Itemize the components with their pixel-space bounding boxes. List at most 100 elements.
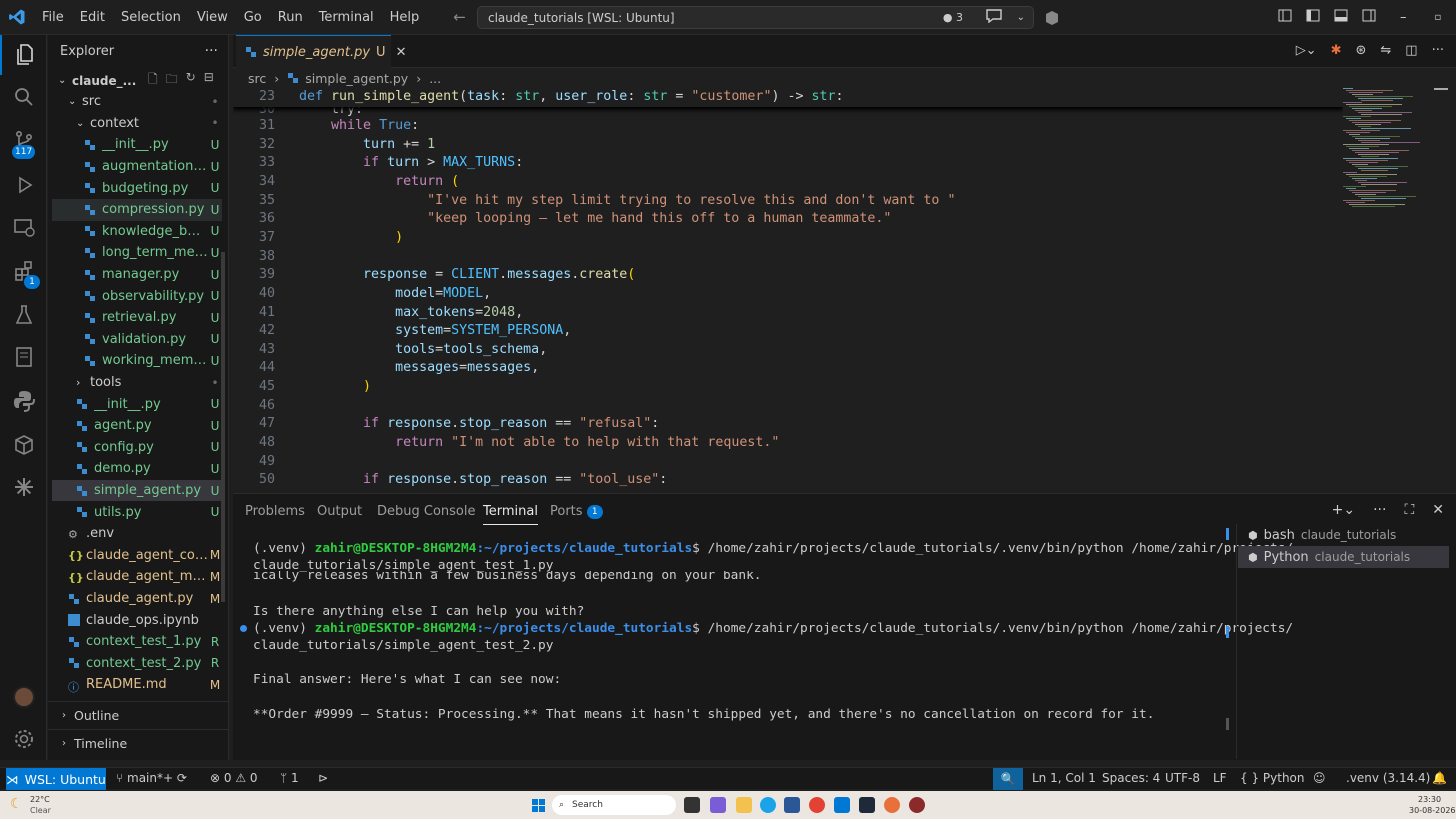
minimize-icon[interactable]: – xyxy=(1400,10,1407,25)
editor-more-icon[interactable]: ··· xyxy=(1432,43,1444,58)
claude-app-icon[interactable] xyxy=(884,797,900,813)
breadcrumb-src[interactable]: src xyxy=(248,71,266,86)
tab-problems[interactable]: Problems xyxy=(245,504,305,519)
command-center[interactable]: claude_tutorials [WSL: Ubuntu] ● 3 ⌄ xyxy=(477,6,1034,29)
windows-start-icon[interactable] xyxy=(532,798,546,817)
notebook-icon[interactable] xyxy=(0,337,47,377)
copilot-app-icon[interactable] xyxy=(710,797,726,813)
toggle-secondary-sidebar-icon[interactable] xyxy=(1362,9,1376,26)
extensions-icon[interactable]: 1 xyxy=(0,251,47,291)
language-mode[interactable]: { } Python xyxy=(1240,771,1305,785)
tab-output[interactable]: Output xyxy=(317,504,362,519)
testing-icon[interactable] xyxy=(0,295,47,335)
weather-temp[interactable]: 22°C xyxy=(30,795,50,804)
indentation[interactable]: Spaces: 4 xyxy=(1102,771,1160,785)
terminal-app-icon[interactable] xyxy=(859,797,875,813)
edge-icon[interactable] xyxy=(760,797,776,813)
python-icon[interactable] xyxy=(0,381,47,421)
file-compression-py[interactable]: compression.py U xyxy=(52,199,222,221)
zoom-icon[interactable]: 🔍 xyxy=(993,768,1023,790)
terminal-instance-bash[interactable]: ⬢ bash claude_tutorials xyxy=(1238,524,1449,546)
menu-help[interactable]: Help xyxy=(382,0,428,35)
close-icon[interactable]: ✕ xyxy=(396,45,407,60)
openai-icon[interactable]: ⊛ xyxy=(1355,43,1366,58)
menu-view[interactable]: View xyxy=(189,0,236,35)
branch-indicator[interactable]: ⑂ main*+ ⟳ xyxy=(116,771,187,785)
claude-icon[interactable] xyxy=(0,467,47,507)
code-editor[interactable]: 23 def run_simple_agent(task: str, user_r… xyxy=(233,88,1343,490)
tab-terminal[interactable]: Terminal xyxy=(483,504,538,525)
tab-debug-console[interactable]: Debug Console xyxy=(377,504,476,519)
chevron-down-icon[interactable]: ⌄ xyxy=(1017,12,1025,23)
toggle-sidebar-icon[interactable] xyxy=(1306,9,1320,26)
vscode-taskbar-icon[interactable] xyxy=(834,797,850,813)
line-ending[interactable]: LF xyxy=(1213,771,1227,785)
maximize-panel-icon[interactable]: ⛶ xyxy=(1404,502,1414,518)
remote-indicator[interactable]: ⋊ WSL: Ubuntu xyxy=(6,768,106,790)
refresh-icon[interactable]: ↻ xyxy=(186,70,196,91)
clock-time[interactable]: 23:30 xyxy=(1418,795,1441,804)
notification-count[interactable]: ● 3 xyxy=(943,11,963,24)
source-control-icon[interactable]: 117 xyxy=(0,121,47,161)
python-interpreter[interactable]: .venv (3.14.4) xyxy=(1346,771,1430,785)
copilot-icon[interactable] xyxy=(1044,0,1060,35)
run-indicator-icon[interactable]: ⊳ xyxy=(318,771,328,785)
file-manager-py[interactable]: manager.py U xyxy=(52,264,222,286)
timeline-section[interactable]: › Timeline xyxy=(48,729,228,757)
file-working-memor-[interactable]: working_memor... U xyxy=(52,350,222,372)
file-context-test-1-py[interactable]: context_test_1.py R xyxy=(52,631,222,653)
file--env[interactable]: ⚙ .env xyxy=(52,523,222,545)
file-budgeting-py[interactable]: budgeting.py U xyxy=(52,177,222,199)
remote-explorer-icon[interactable] xyxy=(0,207,47,247)
tab-simple-agent[interactable]: simple_agent.py U ✕ xyxy=(236,35,406,68)
encoding[interactable]: UTF-8 xyxy=(1165,771,1200,785)
notifications-bell-icon[interactable]: 🔔 xyxy=(1432,771,1447,785)
file-utils-py[interactable]: utils.py U xyxy=(52,501,222,523)
file-explorer-icon[interactable] xyxy=(736,797,752,813)
folder-src[interactable]: ⌄ src • xyxy=(52,91,222,113)
new-file-icon[interactable]: 🗋 xyxy=(148,70,158,91)
back-arrow-icon[interactable]: ← xyxy=(453,8,466,26)
menu-terminal[interactable]: Terminal xyxy=(311,0,382,35)
task-view-icon[interactable] xyxy=(684,797,700,813)
claude-code-icon[interactable]: ✱ xyxy=(1331,43,1342,58)
terminal-instance-python[interactable]: ⬢ Python claude_tutorials xyxy=(1238,546,1449,568)
close-panel-icon[interactable]: ✕ xyxy=(1432,502,1444,518)
editor-scrollbar[interactable] xyxy=(1434,88,1448,90)
compare-changes-icon[interactable]: ⇋ xyxy=(1380,43,1391,58)
more-actions-icon[interactable]: ··· xyxy=(205,43,218,59)
containers-icon[interactable] xyxy=(0,425,47,465)
outline-section[interactable]: › Outline xyxy=(48,701,228,729)
chrome-icon[interactable] xyxy=(809,797,825,813)
menu-selection[interactable]: Selection xyxy=(113,0,189,35)
menu-file[interactable]: File xyxy=(34,0,72,35)
collapse-all-icon[interactable]: ⊟ xyxy=(204,70,214,91)
file-validation-py[interactable]: validation.py U xyxy=(52,329,222,351)
folder-tools[interactable]: › tools • xyxy=(52,372,222,394)
terminal-scrollbar[interactable] xyxy=(1226,528,1229,733)
tab-ports[interactable]: Ports 1 xyxy=(550,504,603,520)
minimap[interactable] xyxy=(1343,88,1443,218)
avatar[interactable] xyxy=(0,677,47,717)
toggle-panel-icon[interactable] xyxy=(1334,9,1348,26)
workspace-root[interactable]: ⌄ claude_... 🗋 🗀 ↻ ⊟ xyxy=(52,70,222,92)
problems-indicator[interactable]: ⊗ 0 ⚠ 0 xyxy=(210,771,258,785)
menu-run[interactable]: Run xyxy=(270,0,311,35)
folder-context[interactable]: ⌄ context • xyxy=(52,113,222,135)
file-claude-agent-me-[interactable]: {} claude_agent_me... M xyxy=(52,566,222,588)
explorer-icon[interactable] xyxy=(0,35,47,75)
run-python-icon[interactable]: ▷⌄ xyxy=(1296,43,1317,58)
app-icon[interactable] xyxy=(909,797,925,813)
copilot-status-icon[interactable]: ☺ xyxy=(1313,771,1326,785)
file-agent-py[interactable]: agent.py U xyxy=(52,415,222,437)
restore-icon[interactable]: ▫ xyxy=(1435,12,1442,23)
file-observability-py[interactable]: observability.py U xyxy=(52,285,222,307)
file--init-py[interactable]: __init__.py U xyxy=(52,393,222,415)
chat-icon[interactable] xyxy=(985,9,1003,26)
file-claude-ops-ipynb[interactable]: claude_ops.ipynb xyxy=(52,609,222,631)
file-claude-agent-py[interactable]: claude_agent.py M xyxy=(52,588,222,610)
command-decoration-icon[interactable] xyxy=(240,625,247,632)
split-editor-icon[interactable]: ◫ xyxy=(1405,43,1417,58)
menu-edit[interactable]: Edit xyxy=(72,0,113,35)
file-context-test-2-py[interactable]: context_test_2.py R xyxy=(52,653,222,675)
